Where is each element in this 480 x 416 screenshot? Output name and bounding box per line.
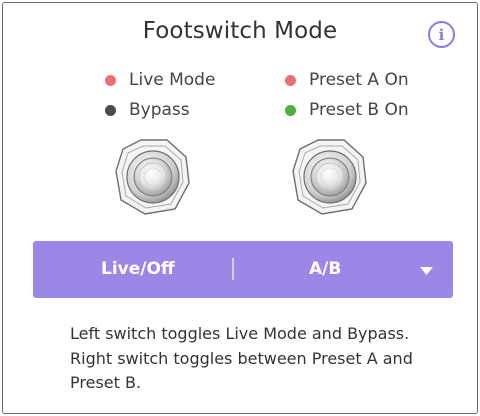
page-title: Footswitch Mode	[142, 18, 338, 44]
legend-item-preset-b: Preset B On	[285, 95, 409, 125]
footswitch-mode-panel: Footswitch Mode i Live Mode Bypass Prese…	[2, 2, 478, 414]
mode-divider	[232, 258, 234, 280]
green-led-dot	[285, 104, 296, 116]
right-switch-mode-label: A/B	[309, 259, 342, 279]
description-line: Left switch toggles Live Mode and Bypass…	[70, 324, 410, 343]
legend-item-live-mode: Live Mode	[105, 65, 215, 95]
dark-led-dot	[105, 104, 116, 116]
description-line: Right switch toggles between Preset A an…	[70, 348, 413, 368]
footswitch-icon	[292, 139, 367, 215]
right-footswitch[interactable]	[290, 137, 370, 221]
info-button[interactable]: i	[428, 21, 455, 48]
legend-item-preset-a: Preset A On	[285, 65, 409, 95]
footswitch-icon	[115, 139, 190, 215]
red-led-dot	[105, 74, 116, 86]
legend-label: Bypass	[129, 100, 190, 120]
chevron-down-icon[interactable]	[420, 267, 433, 275]
description-line: Preset B.	[70, 373, 142, 392]
red-led-dot	[285, 74, 296, 86]
left-switch-mode-label: Live/Off	[101, 259, 175, 279]
info-icon: i	[438, 25, 445, 44]
legend-item-bypass: Bypass	[105, 95, 215, 125]
mode-description: Left switch toggles Live Mode and Bypass…	[70, 322, 450, 396]
legend-label: Live Mode	[129, 70, 216, 90]
legend-label: Preset B On	[309, 100, 409, 120]
legend-label: Preset A On	[309, 70, 409, 90]
legend-right-switch: Preset A On Preset B On	[285, 65, 409, 125]
left-footswitch[interactable]	[113, 137, 193, 221]
legend-left-switch: Live Mode Bypass	[105, 65, 215, 125]
mode-selector-dropdown[interactable]: Live/Off A/B	[33, 241, 453, 298]
